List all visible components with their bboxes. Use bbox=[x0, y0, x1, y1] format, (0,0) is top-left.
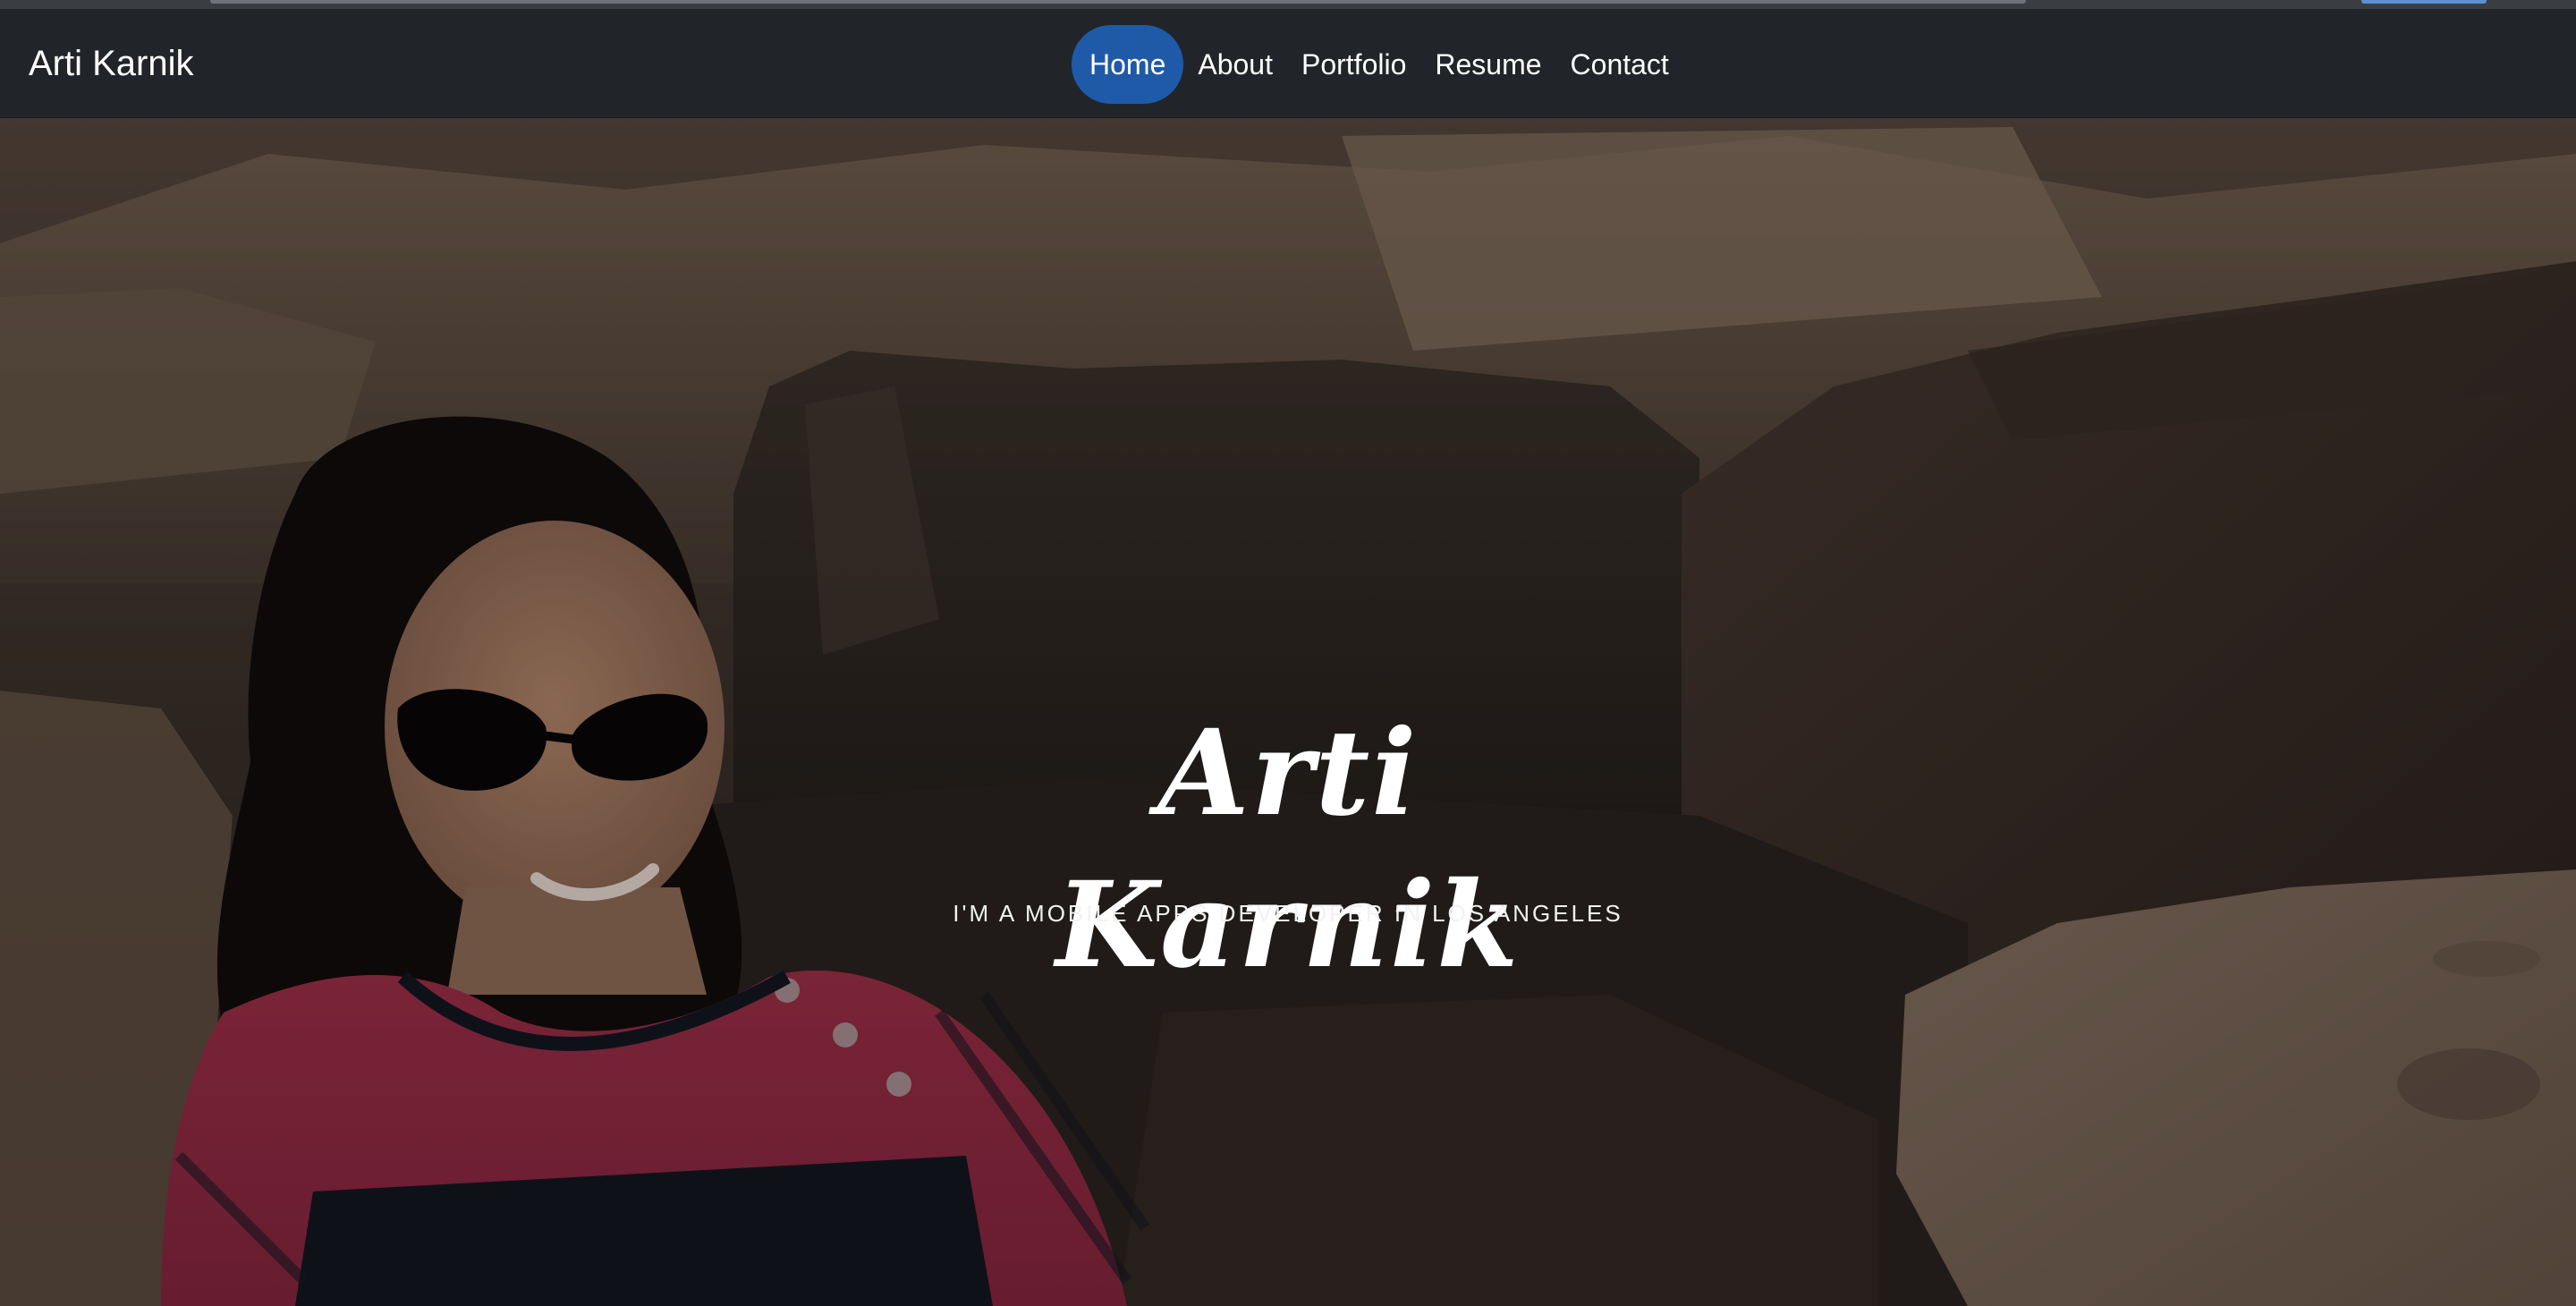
nav-links: Home About Portfolio Resume Contact bbox=[1072, 25, 1683, 104]
nav-link-portfolio[interactable]: Portfolio bbox=[1287, 47, 1420, 82]
browser-top-edge bbox=[0, 0, 2576, 9]
brand-link[interactable]: Arti Karnik bbox=[29, 41, 194, 86]
hero-subtitle: I'M A MOBILE APPS DEVELOPER IN LOS ANGEL… bbox=[953, 900, 1623, 927]
nav-link-about[interactable]: About bbox=[1183, 47, 1287, 82]
portfolio-page: Arti Karnik Home About Portfolio Resume … bbox=[0, 0, 2576, 1306]
browser-tab-indicator bbox=[2361, 0, 2487, 4]
nav-link-contact[interactable]: Contact bbox=[1556, 47, 1683, 82]
nav-link-resume[interactable]: Resume bbox=[1420, 47, 1555, 82]
browser-scroll-indicator bbox=[210, 0, 2026, 4]
hero-title: Arti Karnik bbox=[1055, 704, 1521, 996]
nav-link-home[interactable]: Home bbox=[1072, 25, 1184, 104]
hero-section: Arti Karnik I'M A MOBILE APPS DEVELOPER … bbox=[0, 118, 2576, 1306]
navbar: Arti Karnik Home About Portfolio Resume … bbox=[0, 9, 2576, 118]
